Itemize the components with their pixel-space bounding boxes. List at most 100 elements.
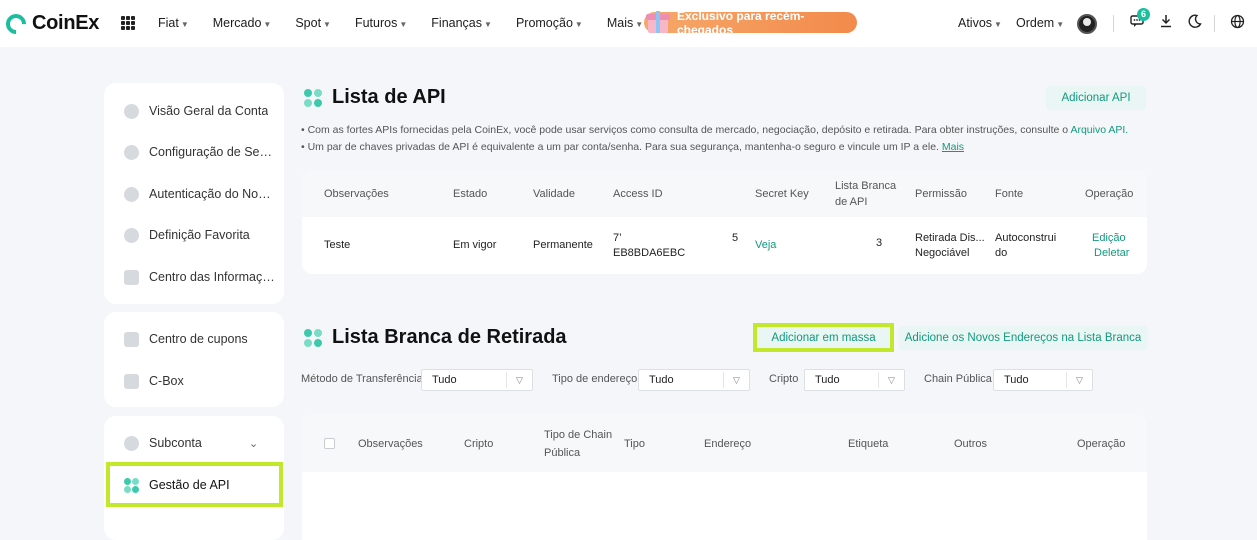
grid-icon[interactable] — [121, 16, 135, 30]
row-permission: Retirada Dis... Negociável — [915, 232, 985, 259]
caret-down-icon: ▼ — [180, 20, 189, 29]
orders-menu[interactable]: Ordem ▼ — [1016, 16, 1064, 30]
column-header-others: Outros — [954, 438, 988, 450]
add-api-button[interactable]: Adicionar API — [1046, 86, 1146, 110]
caret-down-icon: ▼ — [574, 20, 583, 29]
sidebar-item-coupon-center[interactable]: Centro de cupons — [104, 320, 284, 358]
newcomer-promo-banner[interactable]: Exclusivo para recém-chegados — [644, 9, 857, 37]
chevron-down-icon: ▽ — [723, 372, 749, 388]
withdrawal-whitelist-table: Observações Cripto Tipo de Chain Pública … — [302, 415, 1147, 540]
column-header-source: Fonte — [995, 188, 1024, 200]
column-header-operation: Operação — [1077, 438, 1126, 450]
column-header-type: Tipo — [624, 438, 645, 450]
chevron-down-icon: ▽ — [878, 372, 904, 388]
withdrawal-whitelist-title: Lista Branca de Retirada — [304, 326, 567, 349]
chevron-down-icon: ⌄ — [249, 437, 259, 450]
caret-down-icon: ▼ — [263, 20, 272, 29]
main-nav: Fiat ▼ Mercado ▼ Spot ▼ Futuros ▼ Finanças ▼ … — [158, 16, 667, 30]
column-header-api-whitelist: Lista Branca de API — [835, 180, 897, 208]
public-chain-label: Chain Pública — [924, 373, 992, 385]
column-header-secret-key: Secret Key — [755, 188, 809, 200]
coupon-icon — [124, 331, 139, 347]
column-header-chain-type: Tipo de Chain Pública — [544, 429, 613, 459]
api-icon — [304, 88, 322, 107]
coinex-logo[interactable]: CoinEx — [1, 9, 100, 38]
caret-down-icon: ▼ — [1056, 20, 1065, 29]
public-chain-select[interactable]: Tudo ▽ — [993, 369, 1093, 391]
sidebar-item-account-overview[interactable]: Visão Geral da Conta — [104, 92, 284, 130]
account-menu-card: Visão Geral da Conta Configuração de Seg… — [104, 83, 284, 304]
nav-futuros[interactable]: Futuros ▼ — [355, 16, 407, 30]
box-icon — [124, 373, 139, 389]
sidebar-item-favorite-settings[interactable]: Definição Favorita — [104, 216, 284, 254]
column-header-operation: Operação — [1085, 188, 1134, 200]
sidebar-item-subaccount[interactable]: Subconta ⌄ — [104, 424, 284, 462]
api-table: Observações Estado Validade Access ID Se… — [302, 170, 1147, 274]
column-header-validity: Validade — [533, 188, 575, 200]
caret-down-icon: ▼ — [994, 20, 1002, 29]
column-header-notes: Observações — [324, 188, 389, 200]
column-header-access-id: Access ID — [613, 188, 663, 200]
column-header-status: Estado — [453, 188, 488, 200]
api-info-notes: • Com as fortes APIs fornecidas pela Coi… — [301, 122, 1128, 156]
crypto-label: Cripto — [769, 373, 799, 385]
sidebar-item-security-settings[interactable]: Configuração de Segu... — [104, 133, 284, 171]
nav-fiat[interactable]: Fiat ▼ — [158, 16, 189, 30]
view-secret-key-link[interactable]: Veja — [755, 238, 776, 253]
chevron-down-icon: ▽ — [1066, 372, 1092, 388]
address-type-select[interactable]: Tudo ▽ — [638, 369, 750, 391]
api-info-note: • Com as fortes APIs fornecidas pela Coi… — [301, 124, 1129, 136]
api-management-highlight — [106, 462, 283, 507]
column-header-tag: Etiqueta — [848, 438, 889, 450]
message-center-icon — [124, 269, 139, 285]
address-type-label: Tipo de endereço — [552, 373, 638, 385]
row-access-id: 7’ EB8BDA6EBC — [613, 232, 686, 259]
user-avatar[interactable] — [1077, 14, 1097, 34]
sidebar-item-c-box[interactable]: C-Box — [104, 362, 284, 400]
api-info-note: • Um par de chaves privadas de API é equ… — [301, 141, 965, 153]
nav-spot[interactable]: Spot ▼ — [295, 16, 331, 30]
subaccount-icon — [124, 435, 139, 451]
transfer-method-label: Método de Transferência — [301, 373, 423, 385]
column-header-notes: Observações — [358, 438, 423, 450]
add-new-whitelist-addresses-button[interactable]: Adicione os Novos Endereços na Lista Bra… — [899, 326, 1147, 350]
globe-icon[interactable] — [1228, 14, 1246, 32]
divider — [1113, 15, 1114, 32]
sidebar-item-information-center[interactable]: Centro das Informações — [104, 258, 284, 296]
caret-down-icon: ▼ — [399, 20, 408, 29]
api-list-title: Lista de API — [304, 86, 446, 109]
gift-icon — [645, 8, 671, 34]
api-document-link[interactable]: Arquivo API. — [1070, 124, 1128, 136]
column-header-crypto: Cripto — [464, 438, 494, 450]
nav-mais[interactable]: Mais ▼ — [607, 16, 643, 30]
top-navigation-bar: CoinEx Fiat ▼ Mercado ▼ Spot ▼ Futuros ▼ Fin… — [0, 0, 1257, 47]
id-verification-icon — [124, 186, 139, 202]
nav-promocao[interactable]: Promoção ▼ — [516, 16, 583, 30]
shield-icon — [124, 144, 139, 160]
sidebar-item-name-authentication[interactable]: Autenticação do Nome... — [104, 175, 284, 213]
preferences-icon — [124, 227, 139, 243]
caret-down-icon: ▼ — [484, 20, 492, 29]
crypto-select[interactable]: Tudo ▽ — [804, 369, 905, 391]
download-icon[interactable] — [1157, 14, 1175, 32]
row-whitelist: 3 — [876, 237, 883, 249]
nav-financas[interactable]: Finanças ▼ — [431, 16, 492, 30]
edit-api-link[interactable]: Edição — [1092, 231, 1126, 246]
caret-down-icon: ▼ — [323, 20, 331, 29]
column-header-address: Endereço — [704, 438, 752, 450]
chevron-down-icon: ▽ — [506, 372, 532, 388]
column-header-permission: Permissão — [915, 188, 967, 200]
more-link[interactable]: Mais — [942, 141, 964, 153]
assets-menu[interactable]: Ativos ▼ — [958, 16, 1002, 30]
select-all-checkbox[interactable] — [324, 438, 335, 449]
row-status: Em vigor — [453, 239, 497, 251]
whitelist-icon — [304, 328, 322, 347]
caret-down-icon: ▼ — [635, 20, 644, 29]
brand-name: CoinEx — [32, 12, 100, 34]
transfer-method-select[interactable]: Tudo ▽ — [421, 369, 533, 391]
moon-icon[interactable] — [1186, 14, 1204, 32]
nav-mercado[interactable]: Mercado ▼ — [213, 16, 272, 30]
row-access-id-suffix: 5 — [732, 232, 739, 244]
delete-api-link[interactable]: Deletar — [1094, 246, 1129, 261]
pie-chart-icon — [124, 103, 139, 119]
